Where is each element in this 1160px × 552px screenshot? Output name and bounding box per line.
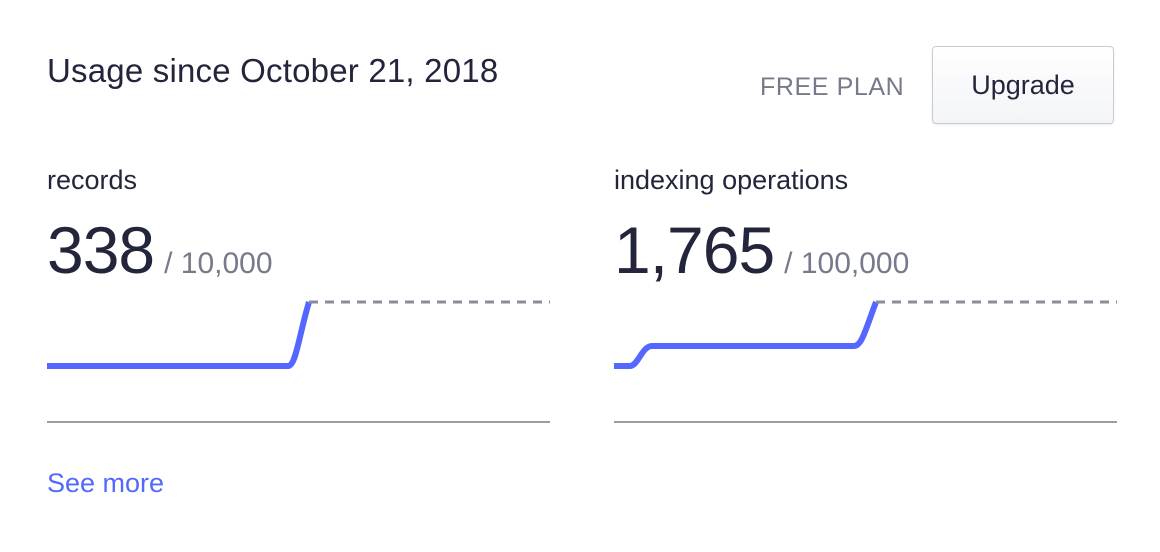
usage-card: Usage since October 21, 2018 FREE PLAN U… <box>0 0 1160 552</box>
metric-value: 338 <box>47 213 155 287</box>
usage-trend-line <box>614 300 879 369</box>
metric-values: 1,765 / 100,000 <box>614 212 909 288</box>
metric-values: 338 / 10,000 <box>47 212 273 288</box>
see-more-link[interactable]: See more <box>47 468 164 499</box>
indexing-sparkline <box>614 300 1117 369</box>
metric-limit: / 100,000 <box>784 247 910 280</box>
usage-trend-line <box>47 301 312 369</box>
chart-baseline <box>47 421 550 423</box>
metric-records: records 338 / 10,000 <box>47 0 550 440</box>
metric-value: 1,765 <box>614 213 775 287</box>
chart-baseline <box>614 421 1117 423</box>
metric-label: records <box>47 165 138 195</box>
metric-indexing-operations: indexing operations 1,765 / 100,000 <box>614 0 1117 440</box>
metric-limit: / 10,000 <box>164 247 273 280</box>
metric-label: indexing operations <box>614 165 849 195</box>
records-sparkline <box>47 300 550 369</box>
